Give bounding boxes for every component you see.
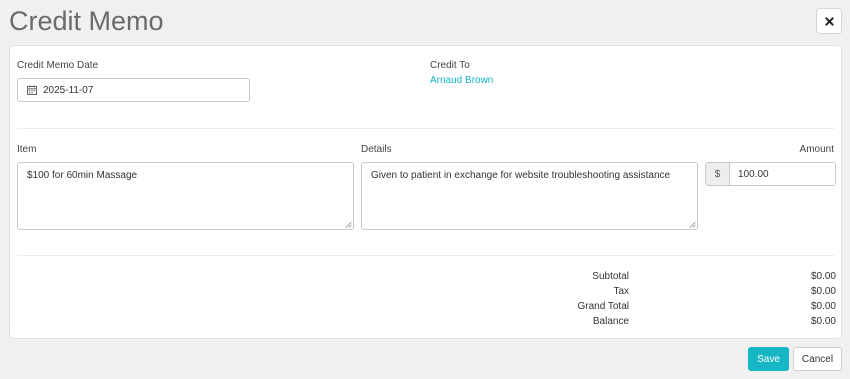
tax-value: $0.00	[810, 286, 836, 297]
balance-label: Balance	[592, 316, 629, 327]
resize-handle-icon[interactable]	[689, 221, 696, 228]
resize-handle-icon[interactable]	[345, 221, 352, 228]
divider	[17, 255, 834, 256]
calendar-icon	[27, 85, 37, 95]
item-textarea[interactable]: $100 for 60min Massage	[17, 162, 354, 230]
amount-field[interactable]: $ 100.00	[705, 162, 836, 186]
save-button[interactable]: Save	[748, 347, 789, 371]
grand-total-label: Grand Total	[577, 301, 629, 312]
item-label: Item	[17, 144, 37, 155]
close-button[interactable]	[816, 8, 842, 34]
grand-total-value: $0.00	[810, 301, 836, 312]
cancel-button[interactable]: Cancel	[793, 347, 842, 371]
credit-to-label: Credit To	[430, 60, 470, 71]
currency-prefix: $	[706, 163, 730, 185]
amount-label: Amount	[799, 144, 834, 155]
details-value: Given to patient in exchange for website…	[371, 170, 671, 181]
subtotal-value: $0.00	[810, 271, 836, 282]
credit-memo-card: Credit Memo Date 2025-11-07 Credit To Ar…	[9, 45, 842, 339]
item-value: $100 for 60min Massage	[27, 170, 138, 181]
details-label: Details	[361, 144, 392, 155]
credit-to-link[interactable]: Arnaud Brown	[430, 75, 493, 86]
subtotal-label: Subtotal	[592, 271, 629, 282]
divider	[17, 128, 834, 129]
amount-value[interactable]: 100.00	[730, 163, 835, 185]
close-icon	[824, 16, 834, 26]
details-textarea[interactable]: Given to patient in exchange for website…	[361, 162, 698, 230]
date-value: 2025-11-07	[43, 84, 94, 96]
date-label: Credit Memo Date	[17, 60, 99, 71]
date-field[interactable]: 2025-11-07	[17, 78, 250, 102]
balance-value: $0.00	[810, 316, 836, 327]
page-title: Credit Memo	[9, 6, 164, 36]
tax-label: Tax	[613, 286, 629, 297]
